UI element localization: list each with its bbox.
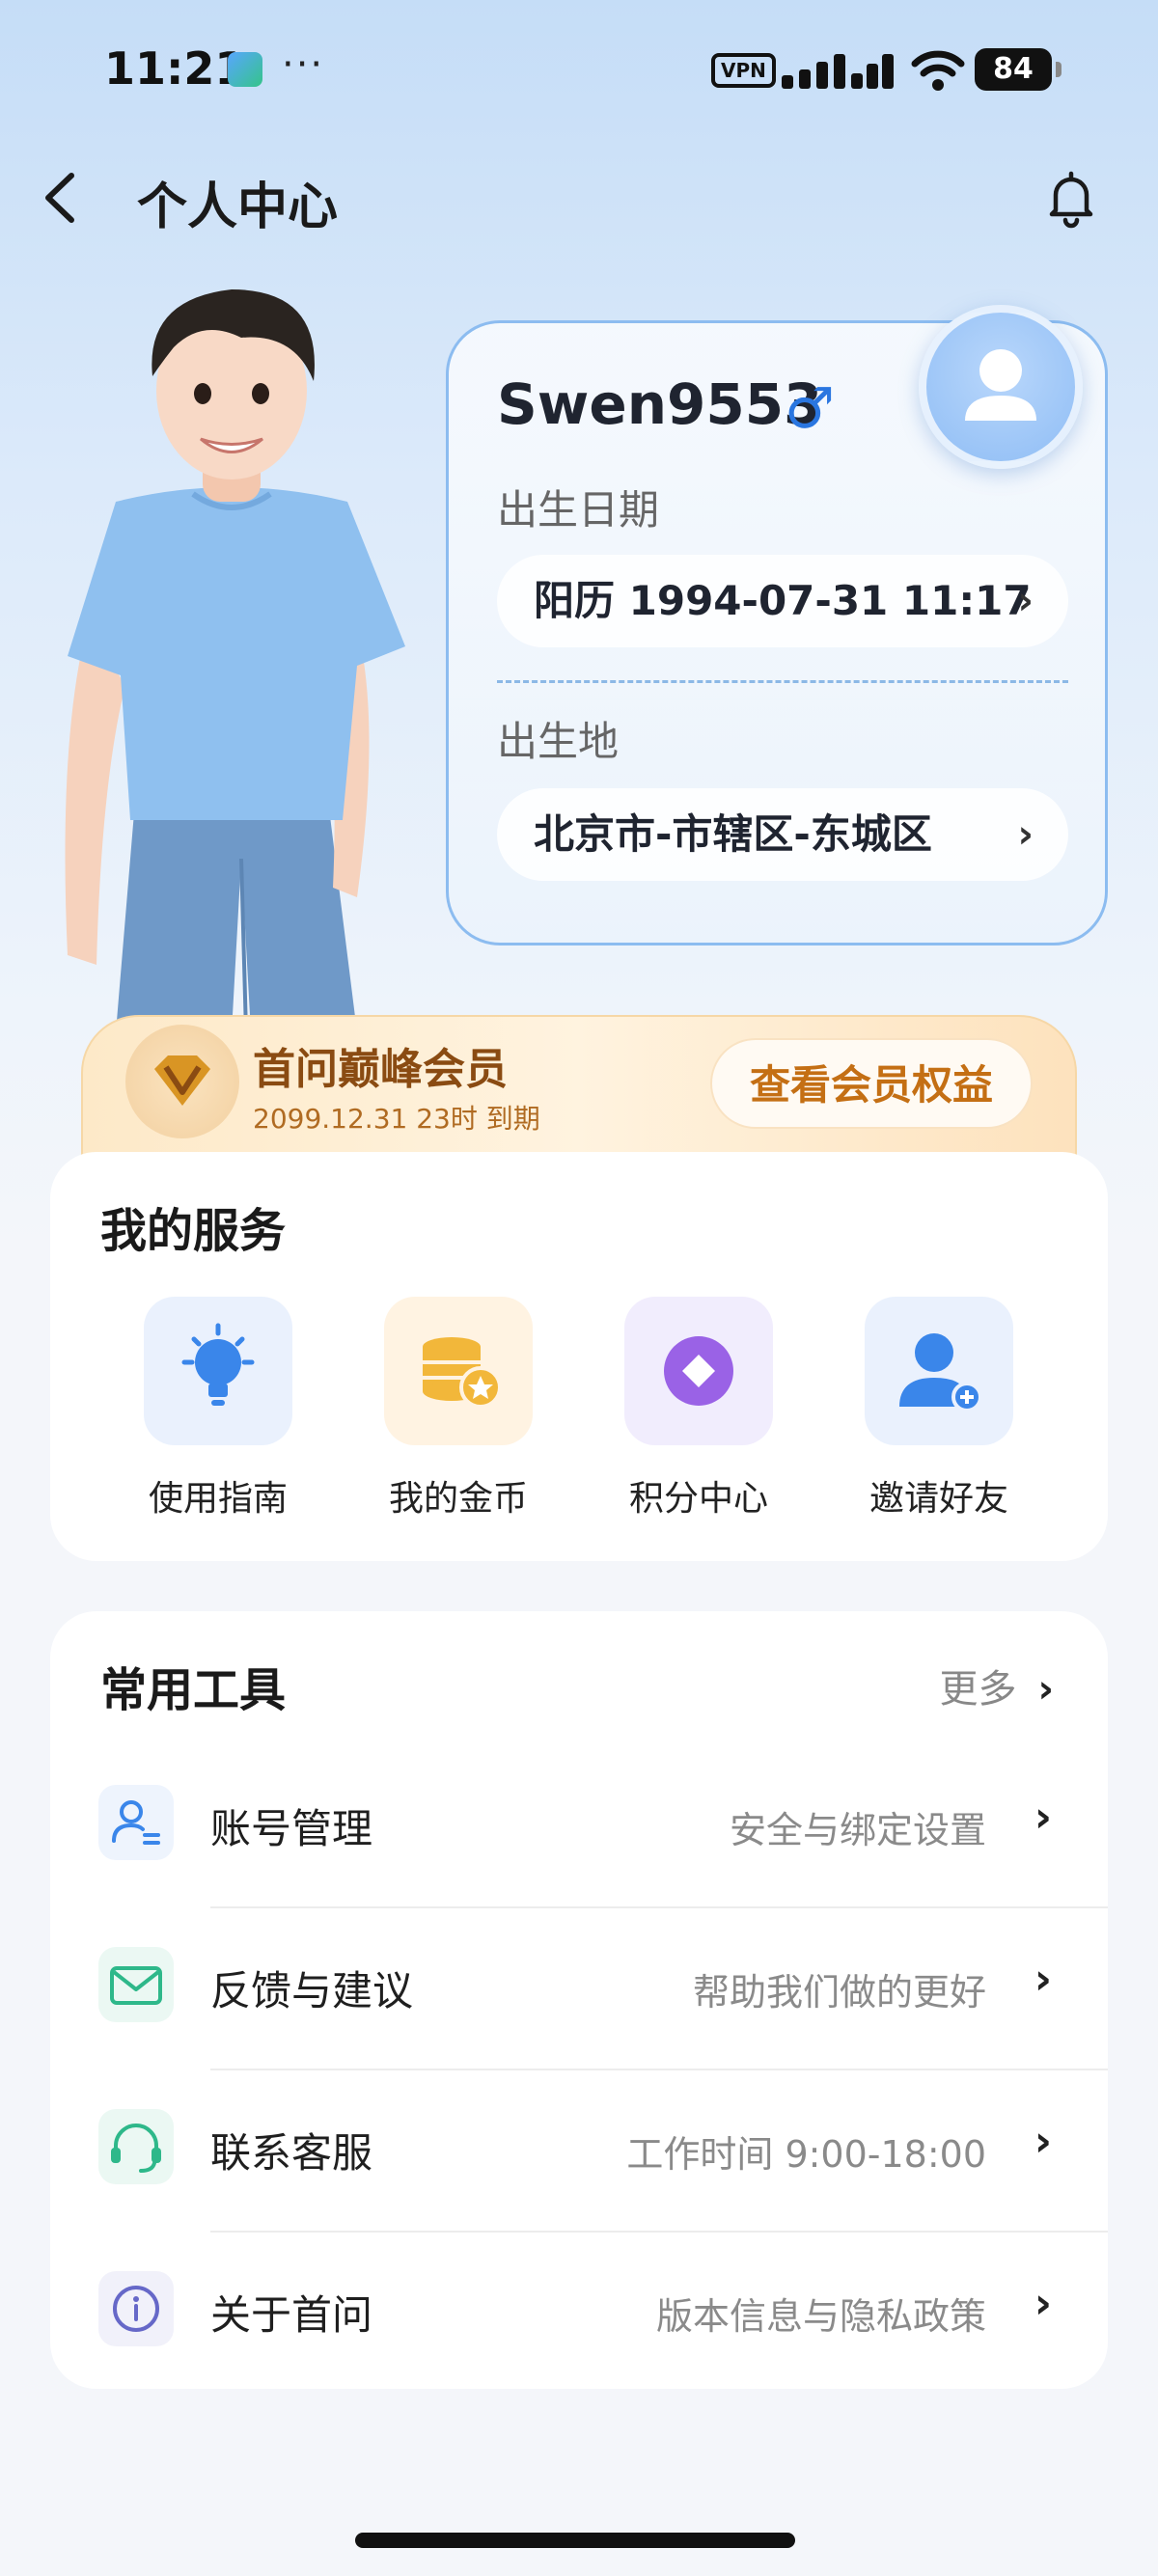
chevron-right-icon: ›	[1034, 2117, 1052, 2166]
battery-icon: 84	[975, 48, 1062, 91]
chevron-right-icon: ›	[1017, 579, 1034, 623]
chevron-right-icon: ›	[1034, 1955, 1052, 2004]
account-icon	[98, 1785, 174, 1860]
info-icon	[98, 2271, 174, 2346]
username: Swen9553	[497, 371, 823, 437]
tool-description: 工作时间 9:00-18:00	[626, 2133, 986, 2176]
back-button[interactable]	[33, 164, 91, 232]
service-label: 邀请好友	[868, 1479, 1008, 1519]
birthplace-label: 出生地	[497, 718, 620, 765]
tool-description: 安全与绑定设置	[729, 1809, 986, 1851]
avatar-illustration	[65, 289, 405, 1032]
service-item-points[interactable]: 积分中心	[602, 1297, 795, 1538]
tool-row-about[interactable]: 关于首问 版本信息与隐私政策 ›	[50, 2233, 1108, 2395]
wifi-icon	[911, 50, 965, 91]
diamond-badge-icon	[125, 1025, 239, 1138]
chevron-right-icon: ›	[1017, 812, 1034, 857]
service-label: 使用指南	[148, 1479, 288, 1519]
mail-icon	[98, 1947, 174, 2022]
service-item-invite[interactable]: 邀请好友	[842, 1297, 1035, 1538]
membership-expiry: 2099.12.31 23时 到期	[253, 1103, 540, 1135]
tool-description: 版本信息与隐私政策	[655, 2295, 986, 2338]
birth-date-label: 出生日期	[497, 486, 660, 534]
more-label: 更多	[939, 1667, 1017, 1712]
add-user-icon	[865, 1297, 1013, 1445]
chevron-right-icon: ›	[1034, 1793, 1052, 1842]
profile-avatar[interactable]	[919, 305, 1083, 469]
tool-label: 账号管理	[210, 1805, 373, 1852]
membership-title: 首问巅峰会员	[253, 1045, 508, 1094]
service-label: 积分中心	[628, 1479, 768, 1519]
service-item-coins[interactable]: 我的金币	[362, 1297, 555, 1538]
service-item-guide[interactable]: 使用指南	[122, 1297, 315, 1538]
status-time: 11:21	[104, 42, 246, 95]
service-label: 我的金币	[388, 1479, 528, 1519]
tool-row-customer-service[interactable]: 联系客服 工作时间 9:00-18:00 ›	[50, 2070, 1108, 2233]
tools-title: 常用工具	[100, 1663, 287, 1717]
page-title: 个人中心	[137, 178, 339, 236]
more-notifications-icon: ···	[282, 42, 325, 87]
tool-description: 帮助我们做的更好	[692, 1971, 986, 2014]
headset-icon	[98, 2109, 174, 2184]
coins-icon	[384, 1297, 533, 1445]
view-membership-benefits-button[interactable]: 查看会员权益	[710, 1038, 1033, 1129]
chevron-right-icon: ›	[1037, 1667, 1054, 1712]
lightbulb-icon	[144, 1297, 292, 1445]
app-notification-icon	[228, 52, 262, 87]
status-bar: 11:21 ··· VPN 84	[0, 0, 1158, 135]
tool-row-feedback[interactable]: 反馈与建议 帮助我们做的更好 ›	[50, 1908, 1108, 2070]
notification-bell-icon[interactable]	[1042, 164, 1100, 232]
points-icon	[624, 1297, 773, 1445]
birth-date-value: 阳历 1994-07-31 11:17	[534, 577, 1032, 624]
signal-icon	[782, 50, 894, 89]
tool-label: 关于首问	[210, 2291, 373, 2339]
services-title: 我的服务	[100, 1204, 287, 1258]
divider	[497, 680, 1068, 683]
male-gender-icon: ♂	[785, 375, 835, 441]
tool-label: 反馈与建议	[210, 1967, 414, 2014]
birthplace-value: 北京市-市辖区-东城区	[534, 810, 932, 858]
tool-label: 联系客服	[210, 2129, 373, 2177]
chevron-right-icon: ›	[1034, 2279, 1052, 2328]
birth-date-field[interactable]: 阳历 1994-07-31 11:17 ›	[497, 555, 1068, 647]
vpn-icon: VPN	[711, 53, 776, 88]
tool-row-account[interactable]: 账号管理 安全与绑定设置 ›	[50, 1746, 1108, 1908]
membership-banner: 首问巅峰会员 2099.12.31 23时 到期 查看会员权益	[81, 1015, 1077, 1160]
tools-card: 常用工具 更多 › 账号管理 安全与绑定设置 › 反馈与建议 帮助我们做的更好 ›	[50, 1611, 1108, 2389]
home-indicator[interactable]	[355, 2533, 795, 2548]
tools-more-link[interactable]: 更多 ›	[940, 1658, 1054, 1713]
birthplace-field[interactable]: 北京市-市辖区-东城区 ›	[497, 788, 1068, 881]
user-icon	[965, 349, 1036, 421]
services-card: 我的服务 使用指南 我的金币 积分中心 邀请好友	[50, 1152, 1108, 1561]
